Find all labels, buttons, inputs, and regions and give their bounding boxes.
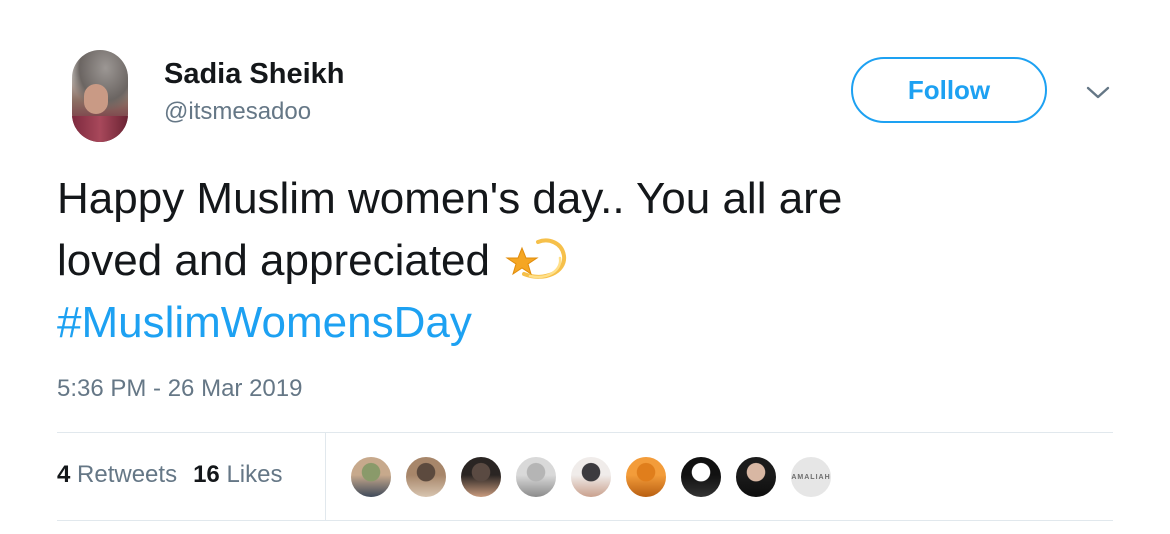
tweet-timestamp[interactable]: 5:36 PM - 26 Mar 2019 <box>57 375 302 403</box>
liker-avatar-8[interactable] <box>734 455 778 499</box>
display-name[interactable]: Sadia Sheikh <box>164 58 345 91</box>
liker-avatar-text: AMALIAH <box>791 473 831 481</box>
hashtag-link[interactable]: #MuslimWomensDay <box>57 292 1117 354</box>
retweets-stat[interactable]: 4 Retweets <box>57 461 177 488</box>
tweet-text: Happy Muslim women's day.. You all are l… <box>57 168 1117 354</box>
liker-avatar-9[interactable]: AMALIAH <box>789 455 833 499</box>
liker-avatar-5[interactable] <box>569 455 613 499</box>
likes-count: 16 <box>193 461 220 488</box>
stats-separator <box>325 432 326 520</box>
user-handle[interactable]: @itsmesadoo <box>164 98 311 126</box>
shooting-star-icon <box>505 238 567 280</box>
divider-bottom <box>57 520 1113 521</box>
retweets-label: Retweets <box>77 461 178 488</box>
tweet-text-line-1: Happy Muslim women's day.. You all are <box>57 174 843 223</box>
liker-avatar-3[interactable] <box>459 455 503 499</box>
follow-button[interactable]: Follow <box>851 57 1047 123</box>
liker-avatar-6[interactable] <box>624 455 668 499</box>
user-avatar[interactable] <box>72 50 128 142</box>
avatar-face <box>84 84 108 114</box>
retweets-count: 4 <box>57 461 71 488</box>
likes-stat[interactable]: 16 Likes <box>193 461 282 488</box>
tweet-text-line-2: loved and appreciated <box>57 230 1117 292</box>
likes-label: Likes <box>226 461 283 488</box>
tweet-stats: 4 Retweets 16 Likes <box>57 461 282 489</box>
liker-avatar-2[interactable] <box>404 455 448 499</box>
tweet-text-line-2-text: loved and appreciated <box>57 236 490 285</box>
liker-avatar-1[interactable] <box>349 455 393 499</box>
liker-avatar-4[interactable] <box>514 455 558 499</box>
avatar-shirt <box>72 116 128 142</box>
tweet-card: Sadia Sheikh @itsmesadoo Follow Happy Mu… <box>0 0 1170 534</box>
chevron-down-icon[interactable] <box>1084 82 1112 102</box>
liker-avatar-7[interactable] <box>679 455 723 499</box>
divider-top <box>57 432 1113 433</box>
